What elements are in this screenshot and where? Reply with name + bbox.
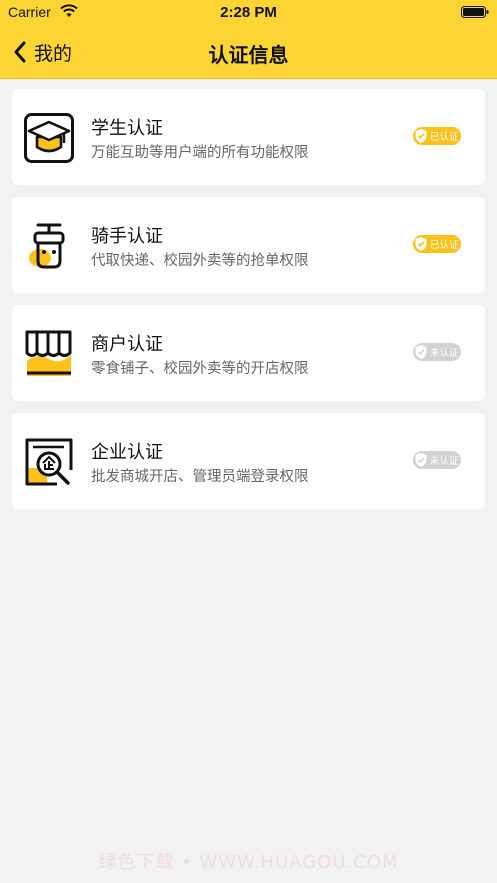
- student-verification-card[interactable]: 学生认证 万能互助等用户端的所有功能权限 已认证: [12, 89, 485, 185]
- card-description: 万能互助等用户端的所有功能权限: [91, 145, 309, 161]
- page-title: 认证信息: [208, 43, 289, 67]
- verified-badge: 已认证: [413, 235, 461, 253]
- card-description: 批发商城开店、管理员端登录权限: [91, 469, 309, 485]
- battery-icon: [461, 6, 489, 18]
- rider-verification-card[interactable]: 骑手认证 代取快递、校园外卖等的抢单权限 已认证: [12, 197, 485, 293]
- card-title: 学生认证: [91, 118, 163, 139]
- card-title: 商户认证: [91, 334, 163, 355]
- shield-icon: [415, 237, 427, 251]
- unverified-badge: 未认证: [413, 451, 461, 469]
- card-title: 企业认证: [91, 442, 163, 463]
- card-title: 骑手认证: [91, 226, 163, 247]
- shield-icon: [415, 453, 427, 467]
- badge-label: 未认证: [430, 348, 459, 359]
- navigation-bar: 我的 认证信息: [0, 26, 497, 79]
- enterprise-search-icon: [25, 438, 73, 486]
- shop-awning-icon: [25, 330, 72, 376]
- card-description: 代取快递、校园外卖等的抢单权限: [91, 253, 309, 269]
- shield-icon: [415, 345, 427, 359]
- card-description: 零食铺子、校园外卖等的开店权限: [91, 361, 309, 377]
- watermark: 绿色下载 • WWW.HUAGOU.COM: [98, 852, 399, 873]
- merchant-verification-card[interactable]: 商户认证 零食铺子、校园外卖等的开店权限 未认证: [12, 305, 485, 401]
- badge-label: 已认证: [430, 132, 459, 143]
- status-bar: Carrier 2:28 PM: [0, 0, 497, 26]
- graduation-cap-icon: [24, 113, 74, 163]
- badge-label: 未认证: [430, 456, 459, 467]
- verified-badge: 已认证: [413, 127, 461, 145]
- delivery-rider-icon: [29, 223, 65, 269]
- unverified-badge: 未认证: [413, 343, 461, 361]
- clock-time: 2:28 PM: [220, 4, 277, 21]
- enterprise-verification-card[interactable]: 企业认证 批发商城开店、管理员端登录权限 未认证: [12, 413, 485, 509]
- shield-icon: [415, 129, 427, 143]
- badge-label: 已认证: [430, 240, 459, 251]
